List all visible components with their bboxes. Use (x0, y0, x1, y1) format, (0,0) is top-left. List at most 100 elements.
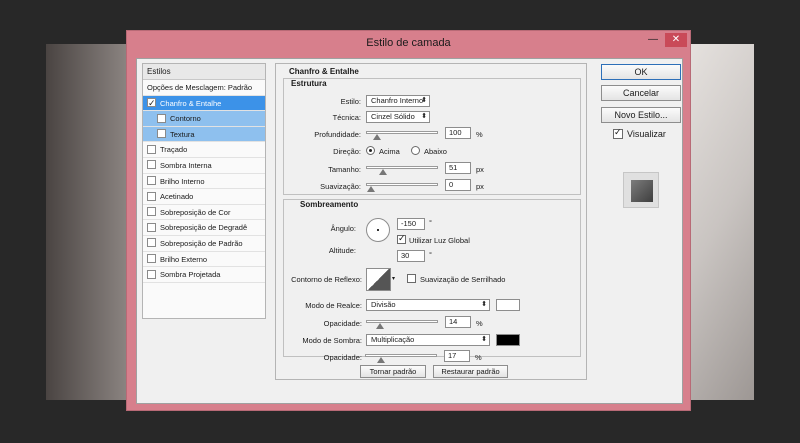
styles-list: Estilos Opções de Mesclagem: Padrão Chan… (142, 63, 266, 319)
styles-item-outer-glow[interactable]: Brilho Externo (143, 252, 265, 268)
shadow-opacity-unit: % (475, 353, 482, 362)
styles-item-texture[interactable]: Textura (143, 126, 265, 143)
size-slider-track[interactable] (366, 166, 438, 175)
styles-item-label: Brilho Externo (160, 254, 208, 264)
ok-button[interactable]: OK (601, 64, 681, 80)
styles-item-label: Traçado (160, 145, 188, 155)
close-button[interactable]: ✕ (665, 33, 687, 47)
checkbox[interactable] (147, 191, 156, 201)
layer-style-dialog: Estilo de camada — ✕ Estilos Opções de M… (126, 30, 691, 411)
styles-item-gradient-overlay[interactable]: Sobreposição de Degradê (143, 220, 265, 236)
structure-title: Estrutura (291, 79, 327, 88)
style-preview (623, 172, 659, 208)
size-slider-thumb[interactable] (379, 169, 388, 175)
checkbox[interactable] (147, 96, 156, 112)
window-title: Estilo de camada (366, 37, 451, 49)
size-input[interactable]: 51 (445, 162, 471, 174)
antialias-checkbox[interactable] (407, 274, 416, 283)
technique-select[interactable]: Cinzel Sólido (366, 111, 430, 123)
styles-item-satin[interactable]: Acetinado (143, 189, 265, 205)
styles-item-drop-shadow[interactable]: Sombra Projetada (143, 267, 265, 283)
shadow-mode-select[interactable]: Multiplicação (366, 334, 490, 346)
checkbox[interactable] (157, 113, 166, 123)
highlight-opacity-slider-thumb[interactable] (375, 323, 384, 329)
reset-default-button[interactable]: Restaurar padrão (433, 365, 508, 378)
checkbox[interactable] (147, 238, 156, 248)
preview-checkbox[interactable] (613, 127, 623, 139)
styles-item-label: Sobreposição de Cor (160, 207, 231, 217)
technique-label: Técnica: (332, 113, 361, 122)
gloss-contour-label: Contorno de Reflexo: (291, 275, 362, 284)
highlight-mode-select[interactable]: Divisão (366, 299, 490, 311)
soften-slider-track[interactable] (366, 183, 438, 192)
checkbox[interactable] (147, 269, 156, 279)
shadow-opacity-label: Opacidade: (323, 353, 362, 362)
shadow-opacity-slider-thumb[interactable] (376, 357, 385, 363)
global-light-label: Utilizar Luz Global (409, 236, 470, 245)
styles-list-header[interactable]: Estilos (143, 64, 265, 80)
styles-item-label: Textura (170, 129, 195, 139)
highlight-color-swatch[interactable] (496, 299, 520, 311)
gloss-contour-picker[interactable] (366, 268, 391, 291)
direction-down-radio[interactable] (411, 146, 420, 155)
chevron-down-icon[interactable]: ▾ (392, 275, 395, 282)
styles-item-blending-options[interactable]: Opções de Mesclagem: Padrão (143, 80, 265, 96)
depth-unit: % (476, 130, 483, 139)
styles-item-label: Sombra Interna (160, 160, 212, 170)
styles-item-label: Brilho Interno (160, 176, 205, 186)
panel-title: Chanfro & Entalhe (289, 67, 359, 76)
make-default-button[interactable]: Tornar padrão (360, 365, 426, 378)
soften-input[interactable]: 0 (445, 179, 471, 191)
style-preview-swatch (631, 180, 653, 202)
depth-input[interactable]: 100 (445, 127, 471, 139)
shadow-opacity-input[interactable]: 17 (444, 350, 470, 362)
checkbox[interactable] (147, 222, 156, 232)
highlight-opacity-input[interactable]: 14 (445, 316, 471, 328)
angle-center-dot (377, 229, 379, 231)
bevel-emboss-panel: Chanfro & Entalhe Estrutura Estilo: Chan… (275, 63, 587, 380)
preview-label: Visualizar (627, 129, 666, 139)
depth-slider-track[interactable] (366, 131, 438, 140)
checkbox[interactable] (147, 254, 156, 264)
antialias-label: Suavização de Serrilhado (420, 275, 506, 284)
angle-dial[interactable] (366, 218, 390, 242)
checkbox[interactable] (147, 207, 156, 217)
shadow-color-swatch[interactable] (496, 334, 520, 346)
direction-label: Direção: (333, 147, 361, 156)
styles-item-color-overlay[interactable]: Sobreposição de Cor (143, 205, 265, 221)
soften-label: Suavização: (320, 182, 361, 191)
styles-item-label: Sobreposição de Degradê (160, 223, 248, 233)
altitude-input[interactable]: 30 (397, 250, 425, 262)
checkbox[interactable] (147, 144, 156, 154)
checkbox[interactable] (147, 176, 156, 186)
style-label: Estilo: (340, 97, 361, 106)
dialog-body: Estilos Opções de Mesclagem: Padrão Chan… (136, 58, 683, 404)
direction-up-radio[interactable] (366, 146, 375, 155)
style-select[interactable]: Chanfro Interno (366, 95, 430, 107)
angle-label: Ângulo: (330, 224, 356, 233)
cancel-button[interactable]: Cancelar (601, 85, 681, 101)
shadow-opacity-slider-track[interactable] (365, 354, 437, 363)
styles-item-inner-shadow[interactable]: Sombra Interna (143, 158, 265, 174)
title-bar[interactable]: Estilo de camada — ✕ (127, 31, 690, 58)
highlight-opacity-slider-track[interactable] (366, 320, 438, 329)
altitude-label: Altitude: (328, 246, 356, 255)
checkbox[interactable] (157, 129, 166, 139)
styles-item-bevel-emboss[interactable]: Chanfro & Entalhe (143, 95, 265, 112)
styles-item-stroke[interactable]: Traçado (143, 142, 265, 158)
styles-item-inner-glow[interactable]: Brilho Interno (143, 174, 265, 190)
global-light-checkbox[interactable] (397, 233, 406, 244)
checkbox[interactable] (147, 160, 156, 170)
styles-item-pattern-overlay[interactable]: Sobreposição de Padrão (143, 236, 265, 252)
minimize-button[interactable]: — (646, 33, 660, 47)
direction-up-label: Acima (379, 147, 400, 156)
soften-slider-thumb[interactable] (367, 186, 375, 192)
styles-item-label: Acetinado (160, 192, 194, 202)
angle-unit: ° (429, 218, 432, 227)
new-style-button[interactable]: Novo Estilo... (601, 107, 681, 123)
highlight-opacity-label: Opacidade: (323, 319, 362, 328)
depth-slider-thumb[interactable] (373, 134, 382, 140)
angle-input[interactable]: -150 (397, 218, 425, 230)
styles-item-contour[interactable]: Contorno (143, 111, 265, 127)
highlight-opacity-unit: % (476, 319, 483, 328)
